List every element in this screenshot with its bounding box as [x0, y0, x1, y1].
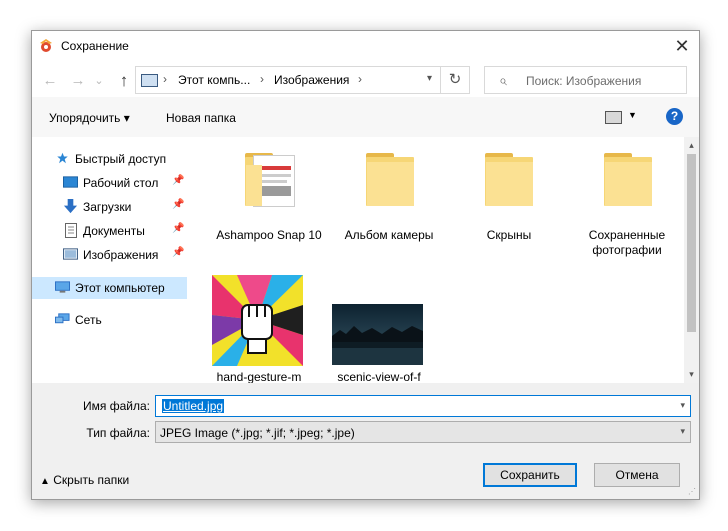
- file-item-folder[interactable]: Альбом камеры: [330, 147, 448, 257]
- sidebar-item-pictures[interactable]: Изображения 📌: [32, 244, 187, 266]
- address-dropdown-icon[interactable]: ▾: [427, 73, 432, 84]
- help-icon[interactable]: ?: [666, 108, 683, 125]
- file-item-image[interactable]: hand-gesture-m: [200, 269, 318, 383]
- window-title: Сохранение: [61, 39, 129, 53]
- file-list: Ashampoo Snap 10 Альбом камеры Скрыны Со…: [192, 137, 684, 383]
- hide-folders-button[interactable]: ▲ Скрыть папки: [40, 473, 129, 487]
- file-item-label: Ashampoo Snap 10: [216, 228, 322, 242]
- forward-arrow-icon[interactable]: →: [68, 70, 88, 92]
- view-dropdown-icon[interactable]: ▼: [628, 110, 637, 120]
- search-placeholder: Поиск: Изображения: [526, 74, 642, 88]
- desktop-icon: [63, 176, 78, 188]
- pin-icon: 📌: [172, 199, 185, 210]
- sidebar-item-documents[interactable]: Документы 📌: [32, 220, 187, 242]
- filename-dropdown-icon[interactable]: ▾: [680, 400, 685, 411]
- breadcrumb-separator[interactable]: ›: [260, 72, 264, 86]
- sidebar-item-downloads[interactable]: Загрузки 📌: [32, 196, 187, 218]
- folder-icon: [366, 153, 416, 209]
- title-bar: Сохранение ✕: [32, 31, 699, 61]
- folder-icon: [485, 153, 535, 209]
- sidebar-item-this-pc[interactable]: Этот компьютер: [32, 277, 187, 299]
- sidebar-item-label: Быстрый доступ: [75, 152, 167, 166]
- pictures-location-icon: [141, 74, 158, 87]
- pin-icon: 📌: [172, 223, 185, 234]
- scroll-down-icon[interactable]: ▾: [684, 368, 699, 381]
- sidebar-item-label: Сеть: [75, 313, 102, 327]
- file-item-label: Альбом камеры: [344, 228, 434, 242]
- filename-value: Untitled.jpg: [162, 399, 225, 413]
- file-item-folder[interactable]: Сохраненные фотографии: [568, 147, 684, 257]
- sidebar-item-label: Рабочий стол: [83, 176, 159, 190]
- sidebar-item-label: Этот компьютер: [75, 281, 165, 295]
- sidebar-item-label: Изображения: [83, 248, 159, 262]
- app-icon: [40, 39, 52, 52]
- hide-folders-label: Скрыть папки: [53, 473, 130, 487]
- recent-locations-chevron-icon[interactable]: ⌄: [89, 70, 109, 92]
- scrollbar-thumb[interactable]: [687, 154, 696, 332]
- filetype-label: Тип файла:: [86, 426, 150, 440]
- folder-icon: [245, 153, 295, 209]
- computer-icon: [55, 281, 70, 293]
- chevron-up-icon: ▲: [40, 476, 50, 487]
- view-options-icon[interactable]: [605, 111, 622, 124]
- breadcrumb-separator[interactable]: ›: [358, 72, 362, 86]
- download-icon: [63, 199, 78, 214]
- address-bar[interactable]: › Этот компь... › Изображения › ▾: [135, 66, 441, 94]
- file-item-label: Скрыны: [486, 228, 532, 242]
- navigation-bar: ← → ⌄ ↑ › Этот компь... › Изображения › …: [32, 66, 699, 96]
- breadcrumb-this-pc[interactable]: Этот компь...: [178, 73, 250, 87]
- search-icon: ⌕: [499, 72, 507, 88]
- file-item-label: scenic-view-of-f: [337, 370, 421, 383]
- back-arrow-icon[interactable]: ←: [40, 70, 60, 92]
- save-dialog: Сохранение ✕ ← → ⌄ ↑ › Этот компь... › И…: [31, 30, 700, 500]
- vertical-scrollbar[interactable]: ▴ ▾: [684, 137, 699, 383]
- breadcrumb-separator: ›: [163, 72, 167, 86]
- search-box[interactable]: ⌕ Поиск: Изображения: [484, 66, 687, 94]
- new-folder-button[interactable]: Новая папка: [166, 111, 236, 125]
- image-thumbnail-night-lake: [332, 304, 423, 365]
- file-item-label: hand-gesture-m: [216, 370, 302, 383]
- pin-icon: 📌: [172, 247, 185, 258]
- folder-icon: [604, 153, 654, 209]
- resize-grip-icon[interactable]: ⋰: [688, 487, 696, 496]
- file-item-folder[interactable]: Ashampoo Snap 10: [210, 147, 328, 257]
- scroll-up-icon[interactable]: ▴: [684, 139, 699, 152]
- sidebar-item-desktop[interactable]: Рабочий стол 📌: [32, 172, 187, 194]
- filetype-select[interactable]: JPEG Image (*.jpg; *.jif; *.jpeg; *.jpe)…: [155, 421, 691, 443]
- network-icon: [55, 313, 70, 324]
- sidebar-item-quick-access[interactable]: Быстрый доступ: [32, 148, 187, 170]
- pictures-icon: [63, 248, 78, 260]
- save-options-panel: Имя файла: Untitled.jpg ▾ Тип файла: JPE…: [32, 383, 699, 499]
- refresh-icon[interactable]: ↻: [441, 66, 470, 94]
- documents-icon: [65, 223, 77, 238]
- file-item-image[interactable]: scenic-view-of-f: [320, 269, 438, 383]
- filename-label: Имя файла:: [83, 399, 150, 413]
- save-button[interactable]: Сохранить: [483, 463, 577, 487]
- command-bar: Упорядочить ▾ Новая папка ▼ ?: [32, 97, 699, 137]
- filename-input[interactable]: Untitled.jpg ▾: [155, 395, 691, 417]
- sidebar-item-label: Документы: [83, 224, 145, 238]
- breadcrumb-pictures[interactable]: Изображения: [274, 73, 349, 87]
- pin-icon: 📌: [172, 175, 185, 186]
- navigation-pane: Быстрый доступ Рабочий стол 📌 Загрузки 📌…: [32, 137, 191, 377]
- file-item-folder[interactable]: Скрыны: [450, 147, 568, 257]
- sidebar-item-network[interactable]: Сеть: [32, 309, 187, 331]
- filetype-dropdown-icon[interactable]: ▾: [680, 426, 685, 437]
- cancel-button[interactable]: Отмена: [594, 463, 680, 487]
- sidebar-item-label: Загрузки: [83, 200, 132, 214]
- file-item-label: Сохраненные фотографии: [588, 228, 666, 257]
- star-icon: [57, 152, 68, 164]
- close-icon[interactable]: ✕: [671, 36, 693, 56]
- image-thumbnail-raised-fist: [212, 275, 303, 366]
- up-arrow-icon[interactable]: ↑: [114, 70, 134, 92]
- organize-button[interactable]: Упорядочить ▾: [49, 111, 130, 125]
- filetype-value: JPEG Image (*.jpg; *.jif; *.jpeg; *.jpe): [160, 426, 355, 440]
